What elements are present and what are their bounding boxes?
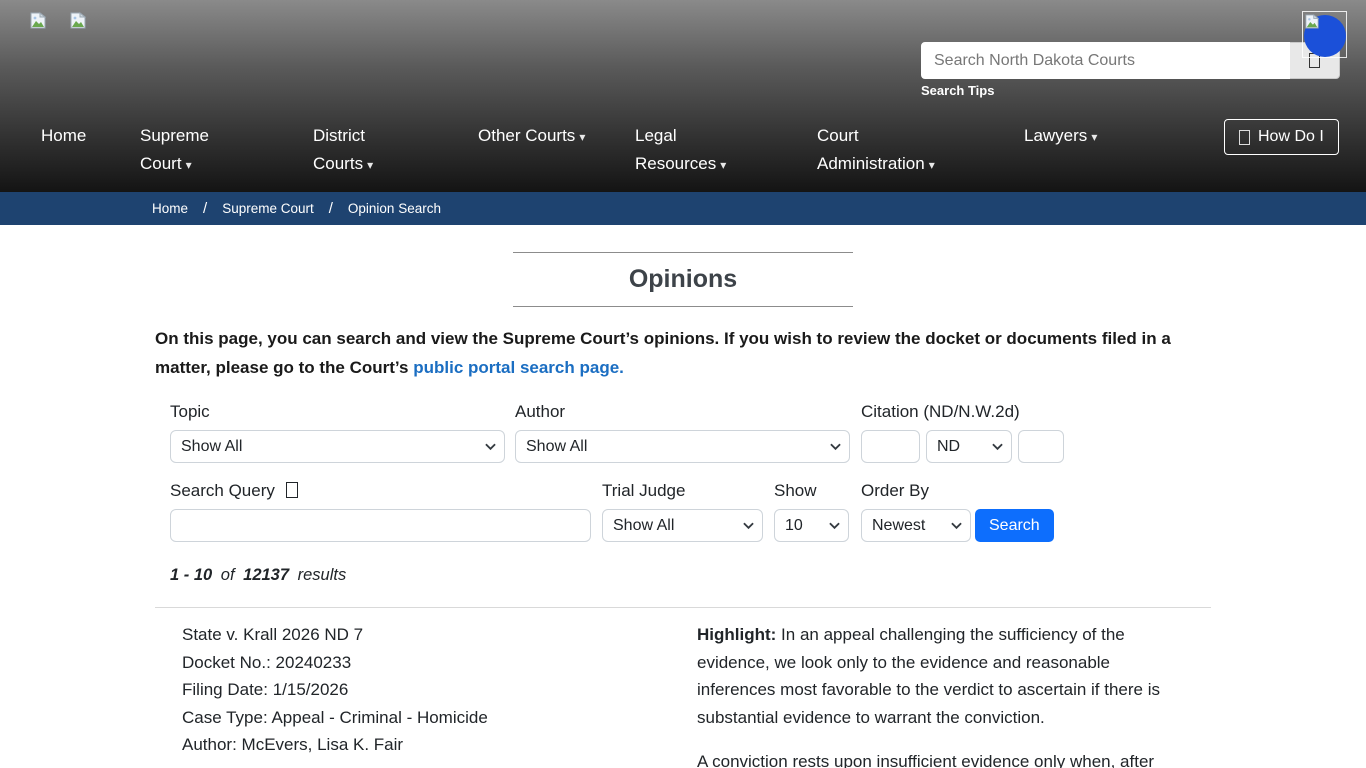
how-do-i-label: How Do I — [1258, 128, 1324, 146]
page-title: Opinions — [513, 265, 853, 294]
page-title-wrap: Opinions — [513, 252, 853, 307]
result-item: State v. Krall 2026 ND 7 Docket No.: 202… — [155, 608, 1211, 768]
trial-judge-select[interactable]: Show All — [602, 509, 763, 542]
header-search — [921, 42, 1340, 79]
order-by-label: Order By — [861, 481, 971, 501]
result-docket: Docket No.: 20240233 — [182, 649, 660, 677]
nav-item-legal-resources[interactable]: Legal Resources ▾ — [635, 122, 743, 179]
missing-glyph-icon — [1239, 130, 1250, 145]
result-details: State v. Krall 2026 ND 7 Docket No.: 202… — [182, 621, 660, 768]
chevron-down-icon: ▾ — [186, 158, 192, 172]
info-icon[interactable] — [286, 482, 298, 498]
chevron-down-icon: ▾ — [929, 158, 935, 172]
chevron-down-icon: ▾ — [367, 158, 373, 172]
citation-page-input[interactable] — [1018, 430, 1064, 463]
how-do-i-button[interactable]: How Do I — [1224, 119, 1339, 155]
citation-label: Citation (ND/N.W.2d) — [861, 402, 1064, 422]
form-row-1: Topic Show All Author Show All — [170, 402, 1196, 463]
main-nav: Home Supreme Court▾ District Courts▾ Oth… — [0, 112, 1366, 188]
trial-judge-label: Trial Judge — [602, 481, 763, 501]
nav-item-supreme-court[interactable]: Supreme Court▾ — [140, 122, 235, 179]
broken-image-icon — [70, 12, 86, 34]
author-label: Author — [515, 402, 850, 422]
intro-text: On this page, you can search and view th… — [155, 325, 1211, 382]
breadcrumb-separator: / — [203, 200, 207, 217]
nav-label: Court Administration — [817, 126, 925, 173]
chevron-down-icon: ▾ — [579, 130, 585, 144]
breadcrumb-supreme-court[interactable]: Supreme Court — [222, 201, 314, 216]
breadcrumb-separator: / — [329, 200, 333, 217]
results-summary: 1 - 10 of 12137 results — [155, 566, 1211, 585]
results-of: of — [221, 566, 235, 584]
highlight-paragraph-2: A conviction rests upon insufficient evi… — [697, 748, 1169, 768]
citation-field: Citation (ND/N.W.2d) ND — [861, 402, 1064, 463]
highlight-label: Highlight: — [697, 625, 776, 644]
nav-label: Supreme Court — [140, 126, 209, 173]
show-select[interactable]: 10 — [774, 509, 849, 542]
chevron-down-icon: ▾ — [720, 158, 726, 172]
topic-field: Topic Show All — [170, 402, 505, 463]
result-author: Author: McEvers, Lisa K. Fair — [182, 731, 660, 759]
show-label: Show — [774, 481, 849, 501]
search-input[interactable] — [921, 42, 1290, 79]
show-field: Show 10 — [774, 481, 849, 542]
order-by-select-wrap: Newest — [861, 509, 971, 542]
accessibility-widget[interactable] — [1302, 11, 1347, 58]
breadcrumb-opinion-search: Opinion Search — [348, 201, 441, 216]
main-content: Opinions On this page, you can search an… — [155, 252, 1211, 768]
form-row-2: Search Query Trial Judge Show All Show — [170, 481, 1196, 542]
logo-link-1[interactable] — [30, 12, 46, 34]
logo-group — [30, 12, 86, 34]
topic-select[interactable]: Show All — [170, 430, 505, 463]
search-tips-link[interactable]: Search Tips — [921, 83, 994, 98]
search-query-field: Search Query — [170, 481, 591, 542]
broken-image-icon — [30, 12, 46, 34]
citation-reporter-wrap: ND — [926, 430, 1012, 463]
site-header: Search Tips Home Supreme Court▾ District… — [0, 0, 1366, 192]
order-by-select[interactable]: Newest — [861, 509, 971, 542]
breadcrumb: Home / Supreme Court / Opinion Search — [0, 192, 1366, 225]
result-highlight: Highlight: In an appeal challenging the … — [697, 621, 1169, 768]
results-word: results — [298, 566, 347, 584]
chevron-down-icon: ▾ — [1091, 130, 1097, 144]
result-title-link[interactable]: State v. Krall 2026 ND 7 — [182, 621, 660, 649]
search-query-input[interactable] — [170, 509, 591, 542]
highlight-paragraph-1: Highlight: In an appeal challenging the … — [697, 621, 1169, 731]
nav-label: Other Courts — [478, 126, 575, 145]
search-query-label: Search Query — [170, 481, 591, 501]
trial-judge-field: Trial Judge Show All — [602, 481, 763, 542]
nav-item-court-administration[interactable]: Court Administration ▾ — [817, 122, 962, 179]
result-case-type: Case Type: Appeal - Criminal - Homicide — [182, 704, 660, 732]
nav-item-home[interactable]: Home — [41, 122, 86, 150]
nav-label: Lawyers — [1024, 126, 1087, 145]
order-by-field: Order By Newest — [861, 481, 971, 542]
trial-judge-select-wrap: Show All — [602, 509, 763, 542]
nav-label: District Courts — [313, 126, 365, 173]
broken-image-icon — [1305, 14, 1319, 34]
search-query-label-text: Search Query — [170, 481, 275, 500]
author-field: Author Show All — [515, 402, 850, 463]
show-select-wrap: 10 — [774, 509, 849, 542]
nav-item-other-courts[interactable]: Other Courts ▾ — [478, 122, 588, 151]
results-range: 1 - 10 — [170, 566, 212, 584]
nav-label: Legal Resources — [635, 126, 716, 173]
result-filing-date: Filing Date: 1/15/2026 — [182, 676, 660, 704]
author-select[interactable]: Show All — [515, 430, 850, 463]
citation-group: ND — [861, 430, 1064, 463]
citation-volume-input[interactable] — [861, 430, 920, 463]
nav-item-district-courts[interactable]: District Courts▾ — [313, 122, 413, 179]
citation-reporter-select[interactable]: ND — [926, 430, 1012, 463]
intro-body: On this page, you can search and view th… — [155, 329, 1171, 377]
form-search-button[interactable]: Search — [975, 509, 1054, 542]
topic-select-wrap: Show All — [170, 430, 505, 463]
opinion-search-form: Topic Show All Author Show All — [155, 402, 1211, 542]
results-total: 12137 — [243, 566, 289, 584]
breadcrumb-home[interactable]: Home — [152, 201, 188, 216]
nav-item-lawyers[interactable]: Lawyers ▾ — [1024, 122, 1104, 151]
author-select-wrap: Show All — [515, 430, 850, 463]
public-portal-link[interactable]: public portal search page. — [413, 358, 624, 377]
logo-link-2[interactable] — [70, 12, 86, 34]
topic-label: Topic — [170, 402, 505, 422]
nav-label: Home — [41, 126, 86, 145]
